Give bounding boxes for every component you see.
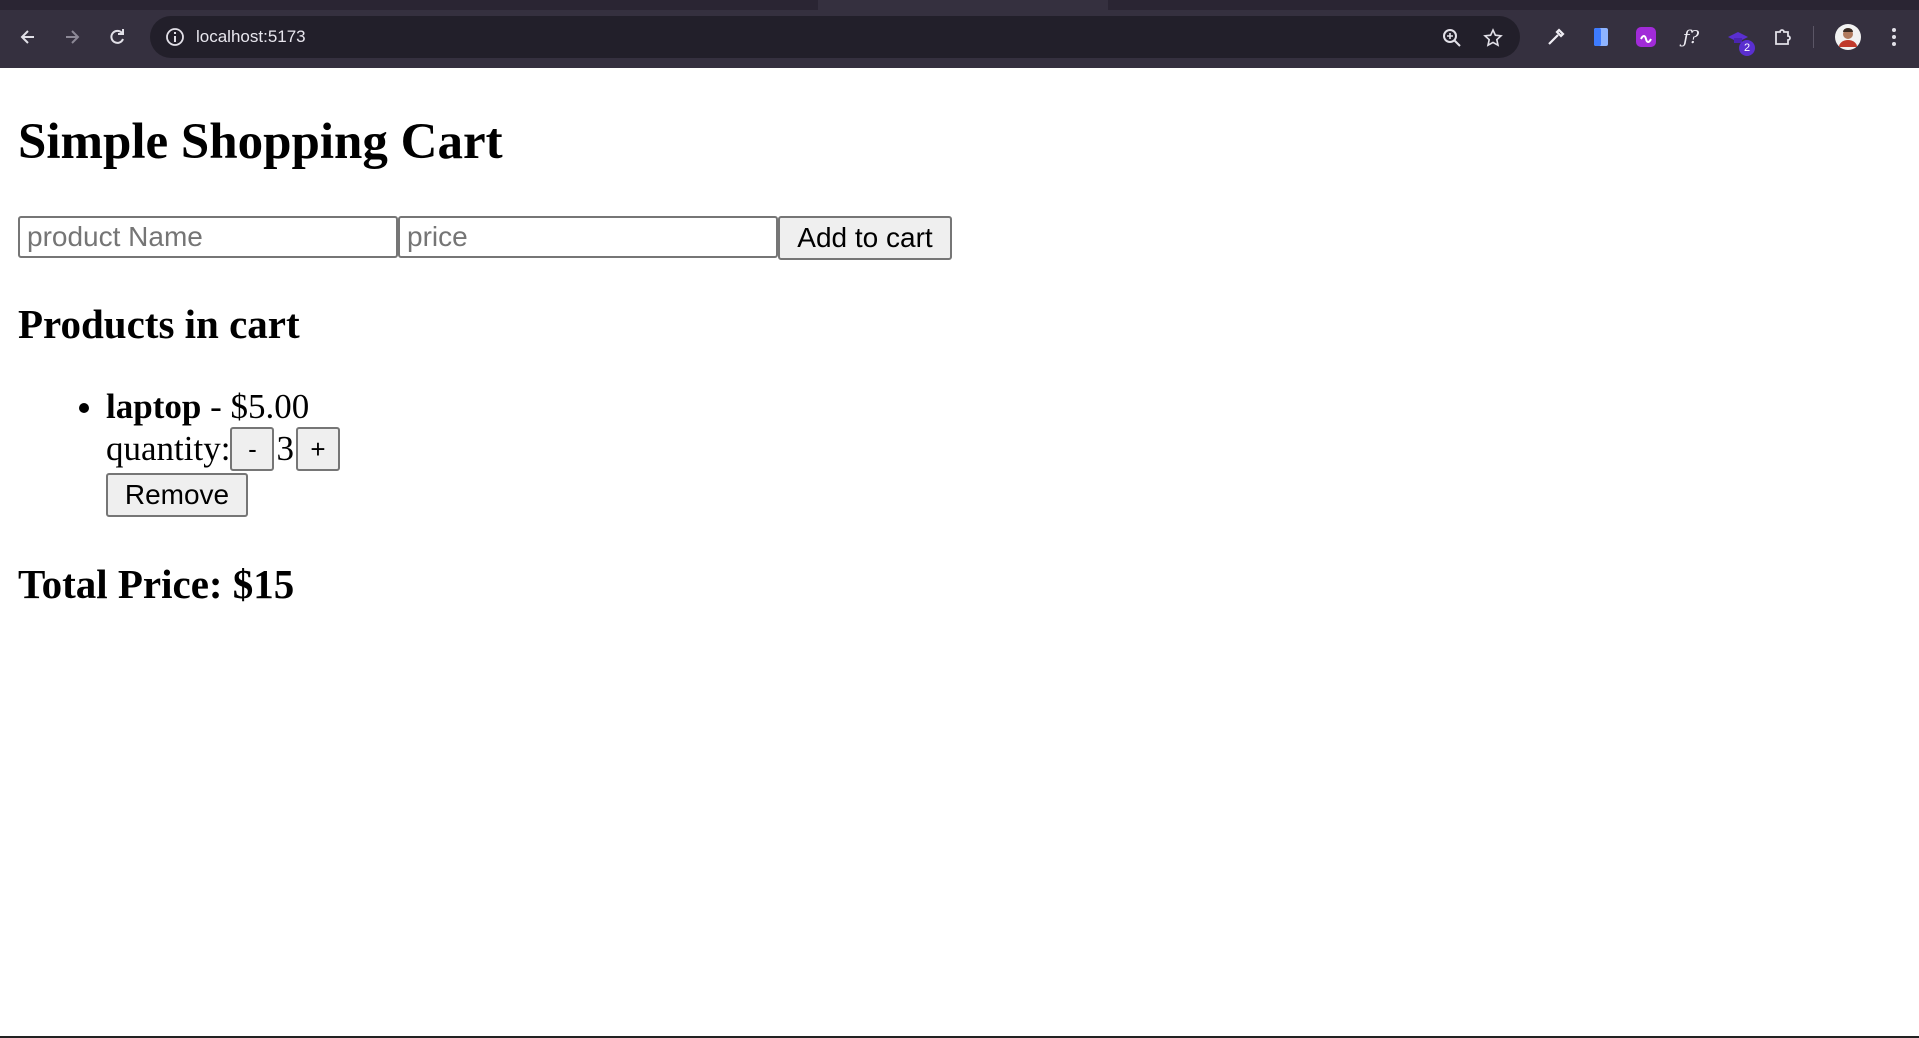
active-tab[interactable] — [818, 0, 1108, 10]
quantity-row: quantity: - 3 + — [106, 427, 340, 471]
puzzle-icon[interactable] — [1770, 24, 1796, 50]
site-info-icon[interactable] — [164, 26, 186, 48]
increment-button[interactable]: + — [295, 427, 340, 471]
reload-icon[interactable] — [102, 22, 132, 52]
eyedropper-icon[interactable] — [1543, 24, 1569, 50]
product-name-input[interactable] — [18, 216, 398, 258]
docs-icon[interactable] — [1588, 24, 1614, 50]
avatar[interactable] — [1835, 24, 1861, 50]
bookmark-star-icon[interactable] — [1481, 26, 1505, 50]
cart-heading: Products in cart — [18, 301, 300, 347]
forward-icon[interactable] — [57, 22, 87, 52]
price-input[interactable] — [398, 216, 778, 258]
list-item: laptop - $5.00 quantity: - 3 + Remove — [106, 386, 340, 517]
item-name: laptop — [106, 387, 202, 426]
add-to-cart-button[interactable]: Add to cart — [778, 216, 952, 260]
back-icon[interactable] — [13, 22, 43, 52]
quantity-value: 3 — [276, 429, 294, 468]
extension-purple-icon[interactable] — [1633, 24, 1659, 50]
tab-strip — [0, 0, 1919, 10]
url-text[interactable]: localhost:5173 — [196, 27, 306, 47]
add-product-form: Add to cart — [18, 216, 952, 260]
kebab-menu-icon[interactable] — [1881, 24, 1907, 50]
extension-hat-icon[interactable]: 2 — [1725, 24, 1755, 56]
total-price: Total Price: $15 — [18, 561, 295, 607]
decrement-button[interactable]: - — [230, 427, 275, 471]
item-price: $5.00 — [230, 387, 310, 426]
remove-button[interactable]: Remove — [106, 473, 248, 517]
page-title: Simple Shopping Cart — [18, 114, 503, 170]
item-summary: laptop - $5.00 — [106, 386, 340, 428]
item-separator: - — [201, 387, 231, 426]
address-bar[interactable]: localhost:5173 — [150, 16, 1520, 58]
browser-toolbar: localhost:5173 ƒ? 2 — [0, 0, 1919, 68]
zoom-icon[interactable] — [1440, 26, 1464, 50]
toolbar-divider — [1813, 26, 1814, 48]
quantity-label: quantity: — [106, 429, 231, 468]
fx-icon[interactable]: ƒ? — [1678, 24, 1704, 50]
extension-badge: 2 — [1739, 40, 1755, 56]
cart-list: laptop - $5.00 quantity: - 3 + Remove — [18, 386, 340, 517]
